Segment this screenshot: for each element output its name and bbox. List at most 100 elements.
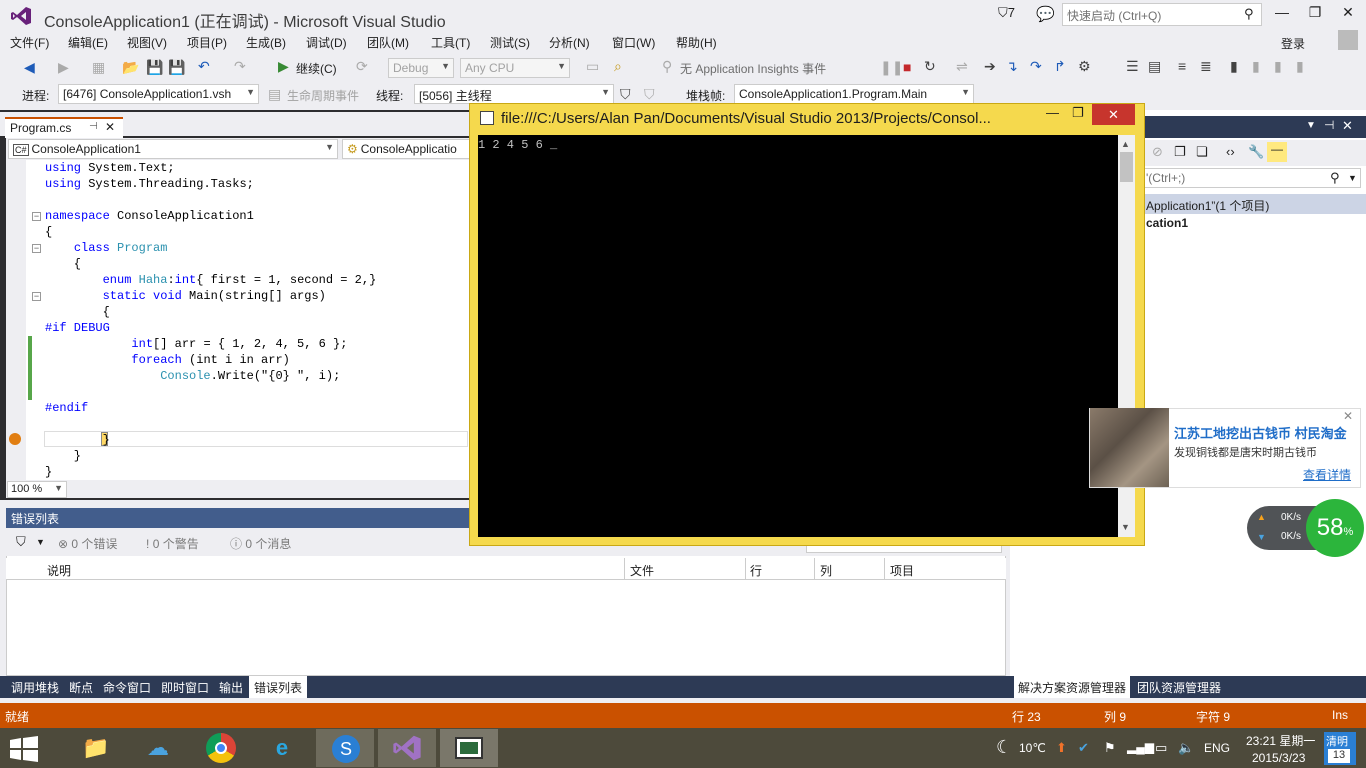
tab-team-explorer[interactable]: 团队资源管理器	[1137, 679, 1221, 696]
collapse-class-icon[interactable]: −	[32, 244, 41, 253]
project-nav-select[interactable]: C# ConsoleApplication1 ▼	[8, 139, 338, 159]
uncomment-icon[interactable]: ≣	[1200, 58, 1212, 75]
comment-icon[interactable]: ≡	[1178, 58, 1186, 74]
breakpoint-list-icon[interactable]: ☰	[1126, 58, 1139, 75]
properties-icon[interactable]: 🔧	[1248, 144, 1264, 160]
chrome-icon[interactable]	[206, 733, 236, 763]
temperature[interactable]: 10℃	[1019, 741, 1046, 755]
messages-filter-button[interactable]: ⓘ 0 个消息	[230, 535, 291, 552]
menu-edit[interactable]: 编辑(E)	[68, 34, 108, 51]
panel-menu-icon[interactable]: ▼	[1306, 120, 1316, 131]
tray-upload-icon[interactable]: ⬆	[1056, 740, 1067, 756]
insights-events[interactable]: 无 Application Insights 事件	[680, 60, 826, 77]
visual-studio-taskbar-icon[interactable]	[392, 734, 422, 762]
menu-analyze[interactable]: 分析(N)	[549, 34, 590, 51]
column-project[interactable]: 项目	[890, 562, 914, 579]
notification-flag[interactable]: ⛉7	[998, 5, 1015, 21]
view-code-icon[interactable]: ‹›	[1226, 144, 1235, 159]
memory-usage-indicator[interactable]: 58%	[1306, 499, 1364, 557]
clock-time[interactable]: 23:21 星期一	[1246, 732, 1315, 749]
windows-start-icon[interactable]	[10, 736, 38, 762]
console-taskbar-icon[interactable]	[455, 737, 483, 759]
column-column[interactable]: 列	[820, 562, 832, 579]
tab-call-stack[interactable]: 调用堆栈	[11, 679, 59, 696]
sogou-icon[interactable]: S	[322, 731, 370, 765]
user-avatar-icon[interactable]	[1338, 30, 1358, 50]
maximize-button[interactable]: ❐	[1301, 4, 1329, 26]
project-node[interactable]: cation1	[1146, 216, 1188, 230]
feedback-icon[interactable]: 💬	[1036, 5, 1055, 23]
open-folder-icon[interactable]: 📂	[122, 59, 139, 76]
continue-play-icon[interactable]: ▶	[278, 58, 289, 75]
menu-project[interactable]: 项目(P)	[187, 34, 227, 51]
column-line[interactable]: 行	[750, 562, 762, 579]
restart-icon[interactable]: ↻	[924, 58, 936, 75]
zoom-select[interactable]: 100 % ▼	[7, 481, 67, 498]
platform-select[interactable]: Any CPU ▼	[460, 58, 570, 78]
menu-tools[interactable]: 工具(T)	[431, 34, 470, 51]
close-button[interactable]: ✕	[1334, 4, 1362, 26]
stackframe-select[interactable]: ConsoleApplication1.Program.Main ▼	[734, 84, 974, 104]
column-file[interactable]: 文件	[630, 562, 654, 579]
scroll-up-icon[interactable]: ▲	[1121, 139, 1130, 149]
forward-icon[interactable]: ▶	[58, 59, 69, 76]
menu-view[interactable]: 视图(V)	[127, 34, 167, 51]
close-tab-icon[interactable]: ✕	[105, 120, 115, 134]
input-language[interactable]: ENG	[1204, 741, 1230, 755]
menu-team[interactable]: 团队(M)	[367, 34, 409, 51]
collapse-method-icon[interactable]: −	[32, 292, 41, 301]
pin-icon[interactable]: ⊣	[1324, 118, 1334, 132]
menu-help[interactable]: 帮助(H)	[676, 34, 717, 51]
scroll-thumb[interactable]	[1120, 152, 1133, 182]
search-icon[interactable]: ⚲	[1330, 170, 1340, 186]
pause-icon[interactable]: ❚❚	[880, 59, 903, 76]
step-over-icon[interactable]: ↷	[1030, 58, 1042, 75]
thread-select[interactable]: [5056] 主线程 ▼	[414, 84, 614, 104]
menu-build[interactable]: 生成(B)	[246, 34, 286, 51]
filter-icon[interactable]: ⛉	[620, 86, 631, 103]
collapse-namespace-icon[interactable]: −	[32, 212, 41, 221]
config-select[interactable]: Debug ▼	[388, 58, 454, 78]
menu-window[interactable]: 窗口(W)	[612, 34, 655, 51]
signal-icon[interactable]: ▂▄▆	[1127, 740, 1154, 754]
news-more-link[interactable]: 查看详情	[1303, 466, 1351, 483]
hex-display-icon[interactable]: ⚙	[1078, 58, 1091, 75]
volume-icon[interactable]: 🔈	[1178, 740, 1194, 756]
search-icon[interactable]: ⚲	[1244, 6, 1254, 22]
show-all-files-icon[interactable]: ❏	[1196, 144, 1208, 160]
minimize-button[interactable]: —	[1268, 4, 1296, 26]
editor-gutter[interactable]	[6, 160, 26, 480]
console-output-area[interactable]	[478, 135, 1118, 537]
console-maximize-button[interactable]: ❐	[1072, 105, 1084, 121]
tab-program-cs[interactable]: Program.cs ⊣ ✕	[5, 117, 123, 138]
news-thumbnail[interactable]	[1090, 408, 1169, 487]
step-into-icon[interactable]: ↴	[1006, 58, 1018, 75]
prev-bookmark-icon[interactable]: ▮	[1252, 58, 1260, 75]
news-title[interactable]: 江苏工地挖出古钱币 村民淘金	[1174, 423, 1347, 442]
console-close-button[interactable]: ✕	[1092, 104, 1135, 125]
tab-breakpoints[interactable]: 断点	[69, 679, 93, 696]
step-out-icon[interactable]: ↱	[1054, 58, 1066, 75]
tab-solution-explorer[interactable]: 解决方案资源管理器	[1018, 679, 1126, 696]
continue-button[interactable]: 继续(C)	[296, 60, 337, 77]
bookmark-icon[interactable]: ▮	[1230, 58, 1238, 75]
lifecycle-icon[interactable]: ▤	[268, 86, 281, 103]
back-icon[interactable]: ◀	[24, 59, 35, 76]
column-description[interactable]: 说明	[47, 562, 71, 579]
close-icon[interactable]: ✕	[1343, 409, 1353, 423]
chevron-down-icon[interactable]: ▼	[1348, 173, 1357, 183]
save-all-icon[interactable]: 💾	[168, 59, 185, 76]
preview-icon[interactable]: —	[1267, 142, 1287, 162]
close-panel-icon[interactable]: ✕	[1342, 118, 1353, 134]
internet-explorer-icon[interactable]: e	[258, 731, 306, 765]
attach-icon[interactable]: ▭	[586, 58, 599, 75]
tab-error-list[interactable]: 错误列表	[254, 679, 302, 696]
scroll-down-icon[interactable]: ▼	[1121, 522, 1130, 532]
quick-launch-input[interactable]: 快速启动 (Ctrl+Q)	[1062, 3, 1262, 26]
filter-icon[interactable]: ⛉	[16, 534, 26, 550]
next-bookmark-icon[interactable]: ▮	[1274, 58, 1282, 75]
insights-icon[interactable]: ⚲	[662, 58, 672, 75]
tab-output[interactable]: 输出	[219, 679, 243, 696]
menu-file[interactable]: 文件(F)	[10, 34, 49, 51]
step-icon[interactable]: ➔	[984, 58, 996, 75]
